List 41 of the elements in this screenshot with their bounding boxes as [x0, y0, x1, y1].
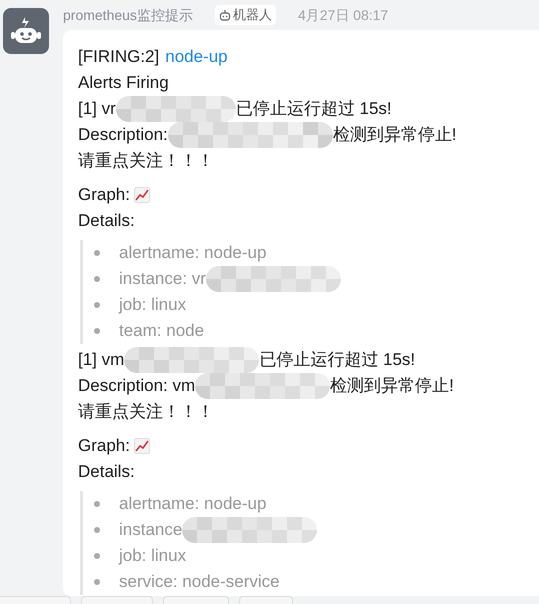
- chart-icon: [134, 438, 150, 454]
- bullet-icon: [94, 302, 100, 308]
- details-label: Details:: [78, 210, 136, 232]
- graph-label: Graph:: [78, 184, 130, 206]
- robot-icon: [10, 16, 42, 46]
- detail-item: team: node: [119, 320, 204, 342]
- alert-description: Description: vm: [78, 375, 196, 398]
- details-label: Details:: [78, 461, 136, 483]
- alert-summary: [1] vr: [78, 98, 116, 120]
- bullet-icon: [94, 553, 100, 559]
- bullet-icon: [94, 276, 100, 282]
- bullet-icon: [94, 250, 100, 256]
- detail-item: service: node-service: [119, 571, 280, 594]
- notice-text: 请重点关注！！！: [78, 401, 215, 423]
- detail-item: alertname: node-up: [119, 242, 266, 264]
- alert-title: [FIRING:2]: [78, 46, 160, 68]
- alert-status: Alerts Firing: [78, 72, 170, 94]
- detail-item: instance: [119, 519, 182, 542]
- bullet-icon: [94, 527, 100, 533]
- bullet-icon: [94, 328, 100, 334]
- graph-label: Graph:: [78, 435, 130, 458]
- message-time: 4月27日 08:17: [298, 6, 388, 24]
- bot-avatar[interactable]: [3, 8, 49, 54]
- notice-text: 请重点关注！！！: [78, 150, 215, 172]
- detail-item: job: linux: [119, 294, 186, 316]
- alert-description: Description:: [78, 124, 168, 146]
- alert-summary: [1] vm: [78, 349, 124, 372]
- alert-description-end: 检测到异常停止!: [330, 375, 454, 398]
- alert-summary-end: 已停止运行超过 15s!: [236, 98, 392, 120]
- detail-item: alertname: node-up: [119, 493, 266, 516]
- alert-link[interactable]: node-up: [165, 44, 228, 70]
- chart-icon: [134, 187, 150, 203]
- alert-summary-end: 已停止运行超过 15s!: [259, 349, 416, 372]
- bullet-icon: [94, 501, 100, 507]
- detail-item: instance: vr: [119, 268, 206, 290]
- sender-name[interactable]: prometheus监控提示: [63, 4, 193, 26]
- robot-icon: [218, 9, 231, 21]
- bullet-icon: [94, 579, 100, 585]
- detail-item: job: linux: [119, 545, 186, 568]
- bot-badge: 机器人: [214, 5, 276, 25]
- alert-description-end: 检测到异常停止!: [332, 124, 456, 146]
